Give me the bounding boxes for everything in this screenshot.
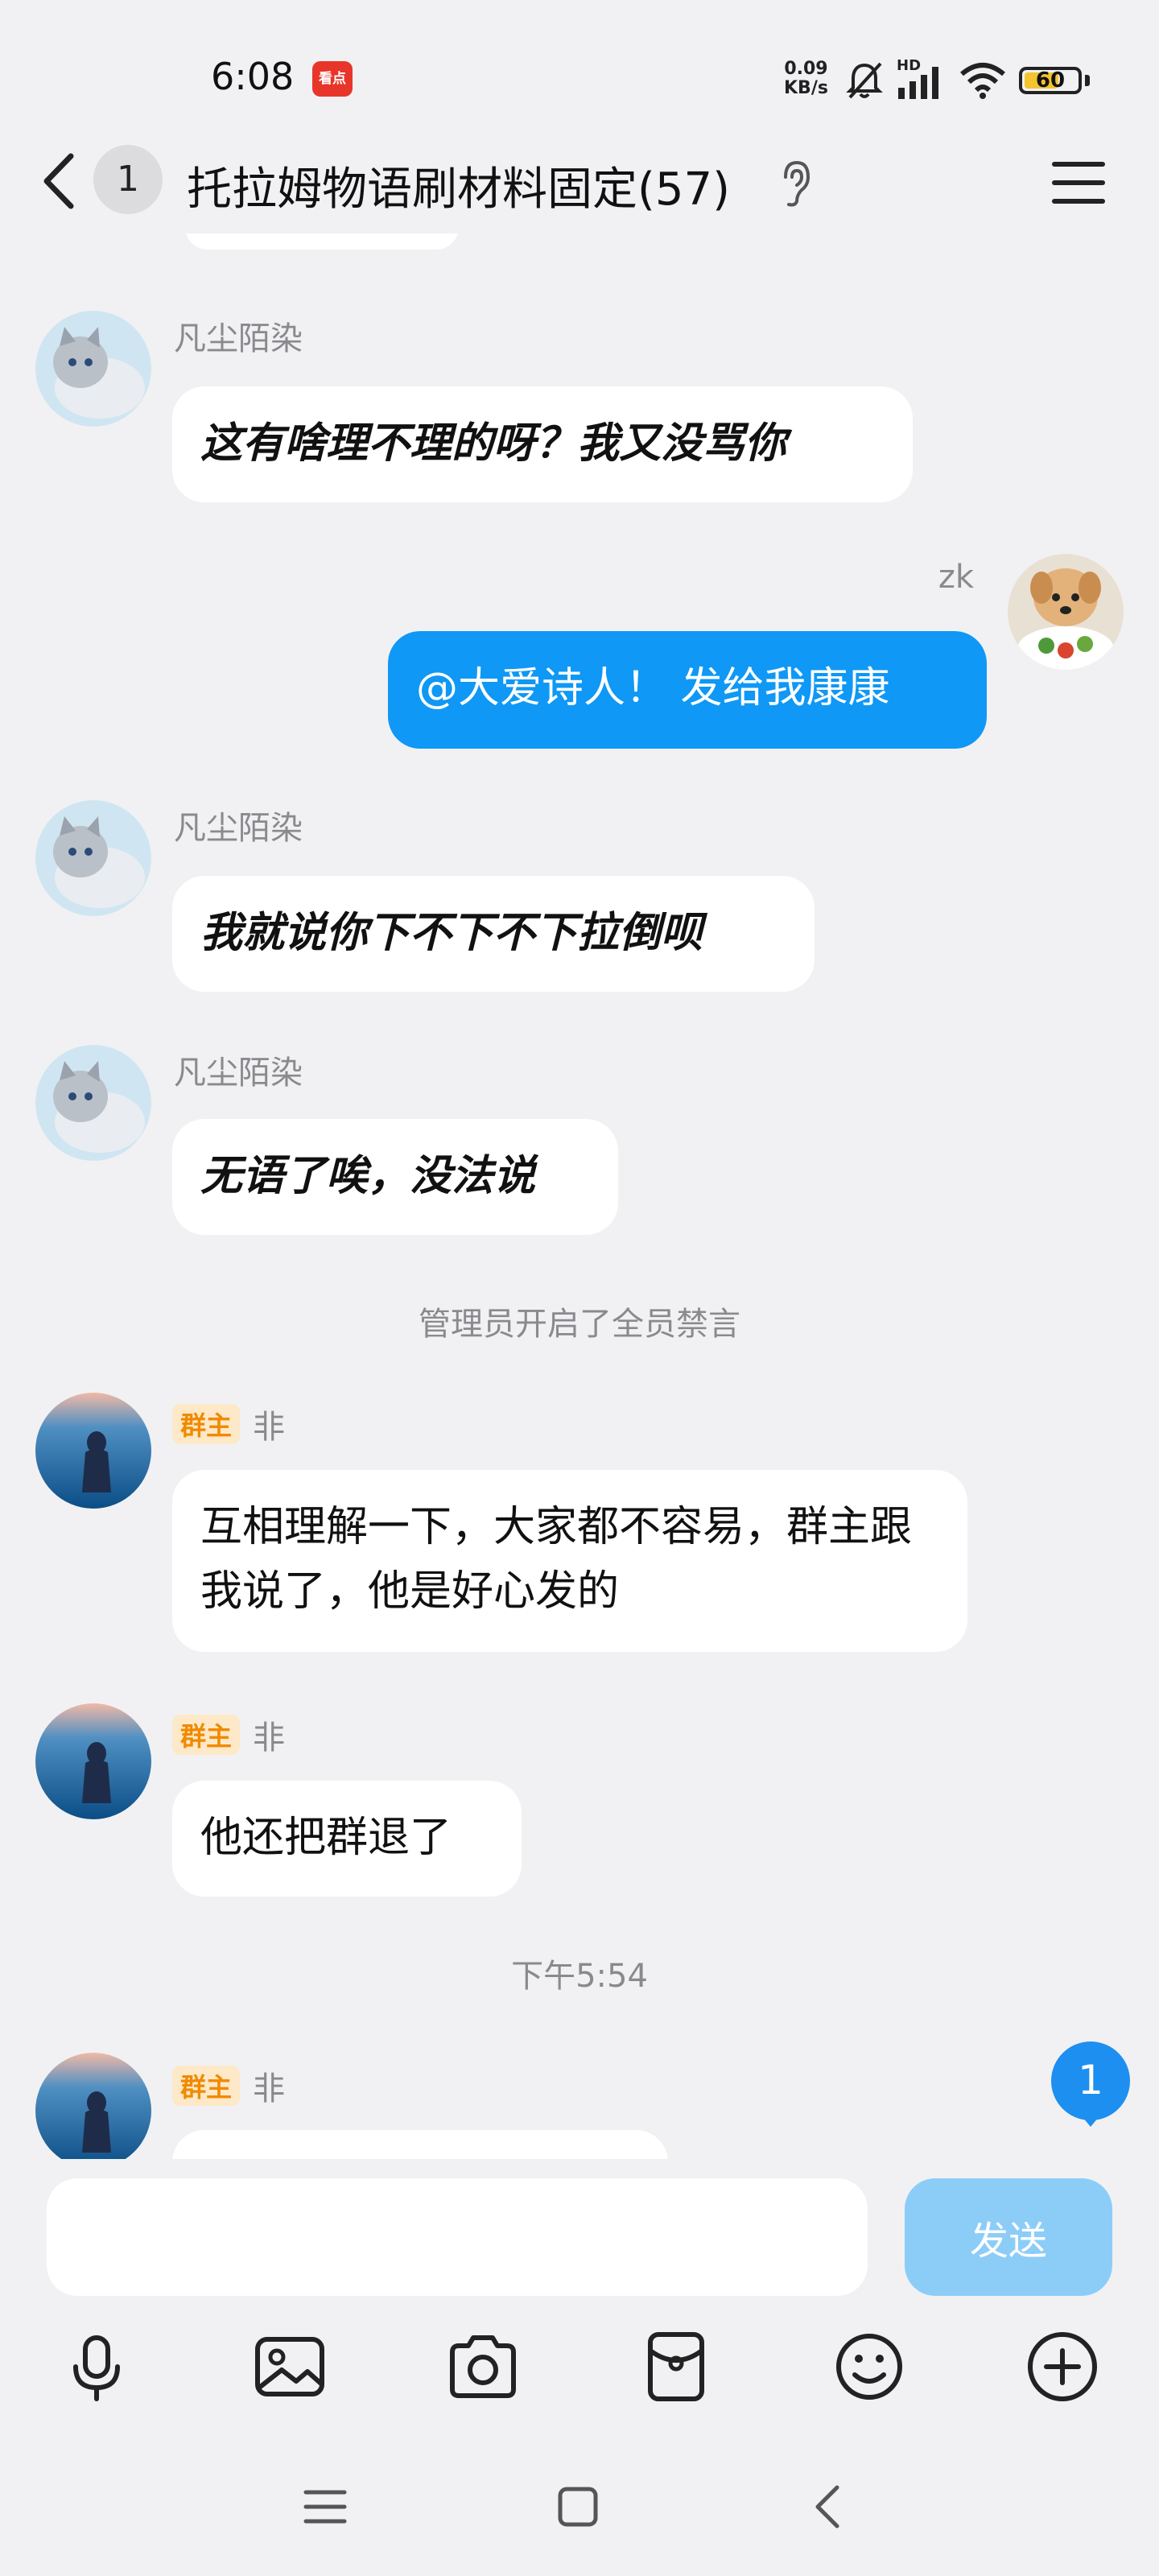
sender-name: 凡尘陌染	[174, 810, 303, 847]
camera-icon[interactable]	[443, 2326, 523, 2407]
sender-name: 非	[253, 1409, 286, 1446]
sender-name: 凡尘陌染	[174, 320, 303, 357]
sender-row: 群主 非	[172, 1711, 285, 1758]
message-bubble[interactable]: 他还把群退了	[172, 1781, 522, 1897]
timestamp: 下午5:54	[511, 1958, 648, 1995]
unread-count-badge[interactable]: 1	[93, 145, 163, 214]
battery-icon: 60	[1019, 67, 1082, 94]
plus-icon[interactable]	[1022, 2326, 1103, 2407]
message-bubble-partial	[185, 233, 459, 250]
avatar-girl-ocean[interactable]	[35, 2053, 151, 2159]
message-input[interactable]	[47, 2178, 868, 2296]
network-speed-unit: KB/s	[784, 78, 828, 98]
avatar-girl-ocean[interactable]	[35, 1393, 151, 1509]
group-owner-badge: 群主	[172, 1404, 241, 1444]
avatar-cat[interactable]	[35, 1045, 151, 1161]
group-owner-badge: 群主	[172, 1715, 241, 1755]
network-speed-value: 0.09	[784, 59, 828, 79]
hamburger-icon	[1052, 162, 1105, 204]
mute-bell-icon	[846, 62, 883, 99]
menu-icon[interactable]	[293, 2475, 357, 2539]
new-message-badge[interactable]: 1	[1051, 2041, 1130, 2120]
avatar-cat[interactable]	[35, 800, 151, 916]
new-message-badge-tail	[1079, 2112, 1103, 2127]
message-bubble[interactable]	[172, 2130, 668, 2159]
sender-name: 非	[253, 2070, 286, 2107]
sender-name: 凡尘陌染	[174, 1055, 303, 1092]
sender-row: 群主 非	[172, 1401, 285, 1447]
wifi-icon	[960, 63, 1005, 99]
notification-app-icon: 看点	[312, 61, 353, 97]
sender-row: 群主 非	[172, 2062, 285, 2109]
home-icon[interactable]	[546, 2475, 610, 2539]
group-owner-badge: 群主	[172, 2066, 241, 2106]
battery-nub	[1085, 75, 1090, 86]
message-bubble[interactable]: 无语了唉，没法说	[172, 1119, 618, 1235]
message-bubble[interactable]: 我就说你下不下不下拉倒呗	[172, 876, 815, 992]
my-message-bubble[interactable]: @大爱诗人！ 发给我康康	[388, 631, 987, 749]
red-packet-icon[interactable]	[636, 2326, 716, 2407]
message-bubble[interactable]: 互相理解一下，大家都不容易，群主跟我说了，他是好心发的	[172, 1470, 967, 1652]
menu-button[interactable]	[1046, 155, 1111, 211]
image-icon[interactable]	[250, 2326, 330, 2407]
back-icon[interactable]	[797, 2475, 861, 2539]
emoji-icon[interactable]	[829, 2326, 909, 2407]
status-time: 6:08	[211, 55, 295, 98]
avatar-cat[interactable]	[35, 311, 151, 427]
send-button[interactable]: 发送	[905, 2178, 1112, 2296]
cell-signal-icon: HD	[897, 57, 947, 101]
ear-icon[interactable]	[777, 159, 815, 208]
system-message-mute: 管理员开启了全员禁言	[419, 1306, 740, 1343]
chevron-left-icon	[43, 153, 74, 209]
battery-level: 60	[1035, 68, 1066, 93]
sender-name: 非	[253, 1719, 286, 1757]
sender-name: zk	[938, 559, 974, 596]
avatar-girl-ocean[interactable]	[35, 1703, 151, 1819]
network-speed: 0.09 KB/s	[784, 60, 828, 98]
message-bubble[interactable]: 这有啥理不理的呀？我又没骂你	[172, 386, 913, 502]
status-icons: HD 60	[845, 56, 1090, 105]
back-button[interactable]	[32, 145, 89, 217]
chat-message-list[interactable]: 凡尘陌染 这有啥理不理的呀？我又没骂你 zk @大爱诗人！ 发给我康康 凡尘陌染…	[0, 233, 1159, 2159]
avatar-dog[interactable]	[1008, 554, 1124, 670]
microphone-icon[interactable]	[56, 2326, 137, 2407]
chat-title[interactable]: 托拉姆物语刷材料固定(57)	[187, 153, 730, 218]
